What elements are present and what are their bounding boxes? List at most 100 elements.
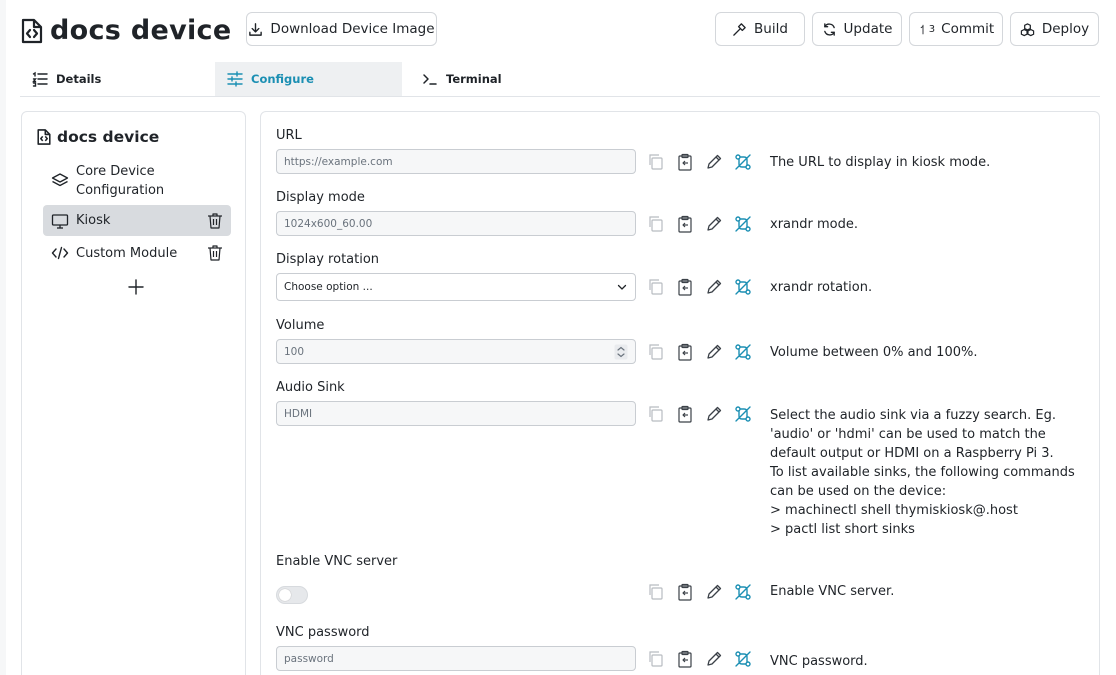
toggle-knob	[279, 589, 291, 601]
trash-icon[interactable]	[207, 244, 223, 262]
description-line: Volume between 0% and 100%.	[770, 345, 978, 360]
terminal-icon	[423, 74, 437, 85]
edit-icon[interactable]	[705, 278, 723, 296]
description-line: Select the audio sink via a fuzzy search…	[770, 408, 1056, 423]
sidebar-item-label: Kiosk	[76, 213, 111, 228]
field-label: Enable VNC server	[276, 554, 398, 569]
sliders-icon	[227, 71, 243, 87]
volume-input[interactable]: 100	[276, 339, 636, 364]
file-code-icon	[21, 18, 43, 43]
unlink-icon[interactable]	[734, 650, 752, 668]
description-line: Enable VNC server.	[770, 584, 895, 599]
description-line: xrandr mode.	[770, 217, 858, 232]
unlink-icon[interactable]	[734, 343, 752, 361]
chevron-down-icon	[617, 284, 627, 290]
tab-details[interactable]: Details	[20, 62, 202, 96]
refresh-icon	[823, 22, 835, 36]
deploy-button[interactable]: Deploy	[1010, 12, 1099, 46]
copy-icon[interactable]	[647, 405, 665, 423]
field-description: The URL to display in kiosk mode.	[770, 153, 1080, 172]
description-line: 'audio' or 'hdmi' can be used to match t…	[770, 427, 1046, 442]
description-line: The URL to display in kiosk mode.	[770, 155, 991, 170]
field-label: Display rotation	[276, 252, 380, 267]
sidebar-item-core-config[interactable]: Core Device Configuration	[43, 160, 231, 202]
tab-configure[interactable]: Configure	[215, 62, 402, 96]
field-actions	[647, 153, 763, 171]
edit-icon[interactable]	[705, 153, 723, 171]
commit-icon	[920, 24, 924, 34]
hammer-icon	[733, 22, 746, 36]
edit-icon[interactable]	[705, 343, 723, 361]
spinner-arrows-icon[interactable]	[614, 344, 628, 360]
paste-icon[interactable]	[676, 278, 694, 296]
field-description: Enable VNC server.	[770, 582, 1080, 601]
field-actions	[647, 405, 763, 423]
description-line: xrandr rotation.	[770, 280, 873, 295]
field-enable-vnc: Enable VNC server Enable VNC server.	[276, 554, 1086, 616]
field-label: Audio Sink	[276, 380, 345, 395]
copy-icon[interactable]	[647, 650, 665, 668]
commit-button[interactable]: 3 Commit	[909, 12, 1003, 46]
field-actions	[647, 278, 763, 296]
copy-icon[interactable]	[647, 215, 665, 233]
field-label: Display mode	[276, 190, 365, 205]
description-line: > pactl list short sinks	[770, 522, 915, 537]
vnc-password-input[interactable]: password	[276, 646, 636, 671]
field-display-mode: Display mode 1024x600_60.00 xrandr mode.	[276, 190, 1086, 246]
edit-icon[interactable]	[705, 650, 723, 668]
copy-icon[interactable]	[647, 583, 665, 601]
edit-icon[interactable]	[705, 215, 723, 233]
field-actions	[647, 583, 763, 601]
display-mode-input[interactable]: 1024x600_60.00	[276, 211, 636, 236]
paste-icon[interactable]	[676, 153, 694, 171]
code-icon	[51, 246, 69, 260]
page-header: docs device Download Device Image Build …	[20, 12, 1100, 48]
config-panel: URL https://example.com The URL to displ…	[260, 111, 1100, 675]
build-button[interactable]: Build	[715, 12, 805, 46]
field-volume: Volume 100 Volume between 0% and 100%.	[276, 318, 1086, 374]
sidebar-item-label: Custom Module	[76, 245, 178, 261]
copy-icon[interactable]	[647, 343, 665, 361]
commit-count: 3	[928, 23, 936, 35]
paste-icon[interactable]	[676, 583, 694, 601]
description-line: default output or HDMI on a Raspberry Pi…	[770, 446, 1054, 461]
description-line: VNC password.	[770, 654, 868, 669]
paste-icon[interactable]	[676, 650, 694, 668]
unlink-icon[interactable]	[734, 405, 752, 423]
update-button[interactable]: Update	[812, 12, 902, 46]
layers-icon	[51, 173, 69, 187]
unlink-icon[interactable]	[734, 215, 752, 233]
unlink-icon[interactable]	[734, 153, 752, 171]
paste-icon[interactable]	[676, 343, 694, 361]
page-title-wrap: docs device	[20, 15, 231, 46]
field-label: Volume	[276, 318, 325, 333]
list-icon	[32, 71, 48, 87]
url-input[interactable]: https://example.com	[276, 149, 636, 174]
paste-icon[interactable]	[676, 405, 694, 423]
trash-icon[interactable]	[207, 212, 223, 230]
edit-icon[interactable]	[705, 405, 723, 423]
paste-icon[interactable]	[676, 215, 694, 233]
tab-details-label: Details	[56, 72, 102, 86]
enable-vnc-toggle[interactable]	[276, 586, 308, 604]
sidebar-item-custom-module[interactable]: Custom Module	[43, 238, 231, 268]
build-label: Build	[754, 21, 788, 37]
sidebar-item-label: Core Device Configuration	[76, 162, 164, 200]
unlink-icon[interactable]	[734, 278, 752, 296]
tab-bar: Details Configure Terminal	[20, 62, 1100, 97]
display-rotation-select[interactable]: Choose option ...	[276, 273, 636, 301]
sidebar-item-label-line2: Configuration	[76, 183, 165, 198]
add-module-icon[interactable]	[127, 278, 145, 296]
sidebar-item-kiosk[interactable]: Kiosk	[43, 205, 231, 236]
download-image-button[interactable]: Download Device Image	[246, 12, 437, 46]
copy-icon[interactable]	[647, 153, 665, 171]
commit-label: Commit	[941, 21, 995, 37]
unlink-icon[interactable]	[734, 583, 752, 601]
copy-icon[interactable]	[647, 278, 665, 296]
edit-icon[interactable]	[705, 583, 723, 601]
update-label: Update	[843, 21, 893, 37]
field-audio-sink: Audio Sink HDMI Select the audio sink vi…	[276, 380, 1086, 548]
description-line: > machinectl shell thymiskiosk@.host	[770, 503, 1018, 518]
audio-sink-input[interactable]: HDMI	[276, 401, 636, 426]
tab-terminal[interactable]: Terminal	[410, 62, 560, 96]
